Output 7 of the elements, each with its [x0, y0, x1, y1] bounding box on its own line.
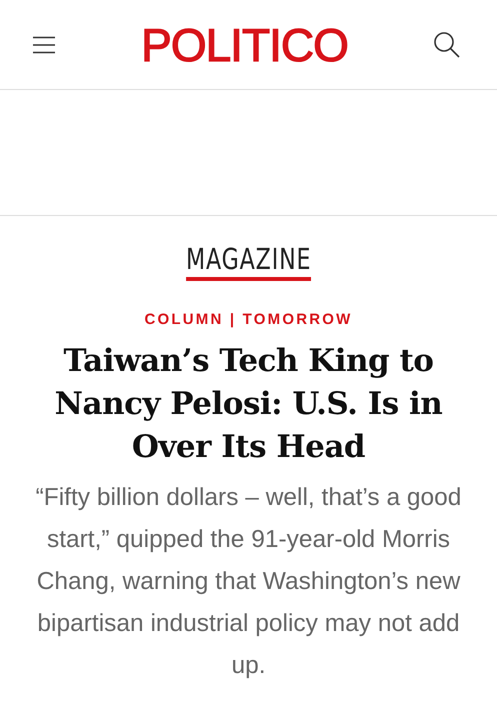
search-icon[interactable] — [433, 30, 461, 58]
article-headline: Taiwan’s Tech King to Nancy Pelosi: U.S. Is in Over Its Head — [54, 342, 444, 467]
menu-icon[interactable] — [32, 36, 56, 54]
article-kicker: COLUMN | TOMORROW — [144, 311, 352, 328]
politico-logo[interactable]: POLITICO — [141, 18, 348, 72]
section-label[interactable]: MAGAZINE — [186, 242, 312, 281]
article-deck: “Fifty billion dollars – well, that’s a good start,” quipped the 91-year-old Morris Chang, warning that Washington’s new bipartisan industrial policy may not add up. — [34, 483, 462, 681]
